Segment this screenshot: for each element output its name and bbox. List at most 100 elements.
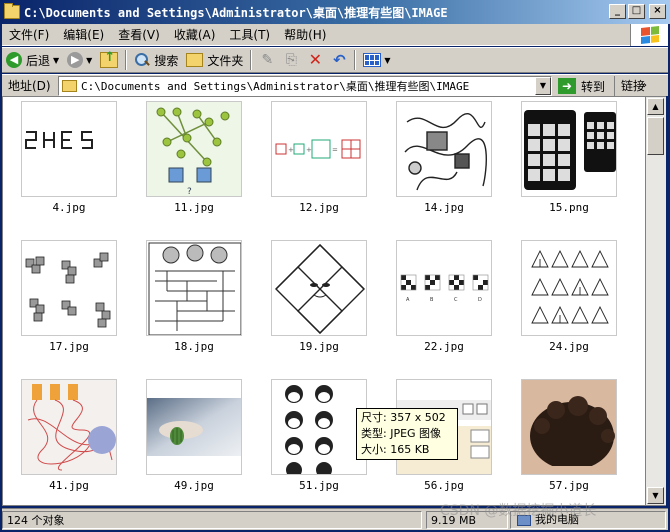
thumbnail-tangle[interactable] bbox=[21, 379, 117, 475]
explorer-window: C:\Documents and Settings\Administrator\… bbox=[0, 0, 670, 532]
file-name[interactable]: 41.jpg bbox=[21, 479, 117, 492]
back-label: 后退 bbox=[26, 53, 51, 68]
vertical-scrollbar[interactable]: ▲ ▼ bbox=[646, 96, 666, 506]
copy-to-button[interactable]: ⎘ bbox=[279, 49, 303, 71]
thumbnail-checker[interactable]: A B C D bbox=[396, 240, 492, 336]
thumbnail-image: ? bbox=[147, 102, 241, 196]
toolbar-separator bbox=[125, 50, 128, 70]
delete-button[interactable]: ✕ bbox=[303, 49, 327, 71]
toolbar: ◀ 后退 ▼ ▶ ▼ 搜索 文件夹 ✎ ⎘ ✕ ↶ bbox=[2, 47, 668, 73]
thumbnail-triangles[interactable] bbox=[521, 240, 617, 336]
file-name[interactable]: 49.jpg bbox=[146, 479, 242, 492]
object-count: 124 个对象 bbox=[2, 511, 422, 529]
menu-help[interactable]: 帮助(H) bbox=[277, 26, 333, 44]
file-view: 4.jpg ? 11.jpg + + = 12.jpg 14.jpg 15.pn… bbox=[2, 96, 646, 506]
copy-to-icon: ⎘ bbox=[285, 52, 297, 68]
file-name[interactable]: 51.jpg bbox=[271, 479, 367, 492]
scroll-up-button[interactable]: ▲ bbox=[647, 98, 664, 115]
back-dropdown-icon[interactable]: ▼ bbox=[53, 56, 59, 65]
toolbar-separator bbox=[250, 50, 253, 70]
tooltip-filesize: 大小: 165 KB bbox=[361, 443, 430, 456]
svg-text:=: = bbox=[332, 146, 338, 154]
address-bar: 地址(D) C:\Documents and Settings\Administ… bbox=[2, 74, 668, 96]
thumbnail-image bbox=[531, 249, 609, 324]
file-name[interactable]: 18.jpg bbox=[146, 340, 242, 353]
minimize-button[interactable]: _ bbox=[609, 4, 626, 19]
thumbnail-image bbox=[25, 252, 111, 328]
window-title: C:\Documents and Settings\Administrator\… bbox=[24, 5, 448, 20]
move-to-button[interactable]: ✎ bbox=[255, 49, 279, 71]
file-name[interactable]: 57.jpg bbox=[521, 479, 617, 492]
toolbar-separator bbox=[354, 50, 357, 70]
forward-arrow-icon: ▶ bbox=[67, 52, 84, 68]
thumbnail-image bbox=[22, 380, 116, 474]
menu-view[interactable]: 查看(V) bbox=[111, 26, 167, 44]
scroll-down-button[interactable]: ▼ bbox=[647, 487, 664, 504]
menu-file[interactable]: 文件(F) bbox=[2, 26, 56, 44]
thumbnail-diamond[interactable] bbox=[271, 240, 367, 336]
scroll-thumb[interactable] bbox=[647, 117, 664, 155]
folder-icon bbox=[62, 80, 77, 92]
thumbnail-image bbox=[147, 398, 241, 456]
up-folder-button[interactable] bbox=[96, 49, 122, 71]
chevron-right-icon: » bbox=[640, 80, 648, 91]
thumbnail-image bbox=[522, 380, 616, 474]
maximize-button[interactable]: □ bbox=[628, 4, 645, 19]
menu-bar: 文件(F) 编辑(E) 查看(V) 收藏(A) 工具(T) 帮助(H) bbox=[2, 24, 668, 46]
menu-tools[interactable]: 工具(T) bbox=[222, 26, 277, 44]
search-label: 搜索 bbox=[154, 53, 179, 68]
file-name[interactable]: 24.jpg bbox=[521, 340, 617, 353]
go-button[interactable]: ➜ 转到 bbox=[558, 76, 605, 96]
back-button[interactable]: ◀ 后退 ▼ bbox=[2, 49, 63, 71]
delete-icon: ✕ bbox=[308, 50, 323, 69]
thumbnail-image bbox=[25, 131, 93, 149]
menu-edit[interactable]: 编辑(E) bbox=[56, 26, 111, 44]
title-bar[interactable]: C:\Documents and Settings\Administrator\… bbox=[0, 0, 670, 24]
go-arrow-icon: ➜ bbox=[558, 78, 576, 94]
thumbnail-maze[interactable] bbox=[146, 240, 242, 336]
svg-text:+: + bbox=[306, 146, 312, 154]
file-name[interactable]: 15.png bbox=[521, 201, 617, 214]
views-icon bbox=[363, 53, 382, 67]
address-label: 地址(D) bbox=[8, 79, 51, 93]
views-button[interactable]: ▼ bbox=[359, 49, 394, 71]
address-input[interactable]: C:\Documents and Settings\Administrator\… bbox=[58, 76, 552, 96]
thumbnail-image bbox=[404, 112, 487, 191]
thumbnail-2hes[interactable] bbox=[21, 101, 117, 197]
links-button[interactable]: 链接 » bbox=[614, 76, 648, 96]
thumbnail-scribble[interactable] bbox=[396, 101, 492, 197]
folders-button[interactable]: 文件夹 bbox=[182, 49, 247, 71]
file-name[interactable]: 11.jpg bbox=[146, 201, 242, 214]
search-button[interactable]: 搜索 bbox=[130, 49, 182, 71]
thumbnail-image: A B C D bbox=[400, 274, 489, 303]
thumbnail-monkeys[interactable] bbox=[271, 379, 367, 475]
file-name[interactable]: 4.jpg bbox=[21, 201, 117, 214]
thumbnail-image bbox=[148, 242, 241, 335]
file-name[interactable]: 14.jpg bbox=[396, 201, 492, 214]
address-dropdown-icon[interactable]: ▼ bbox=[535, 77, 551, 95]
forward-button[interactable]: ▶ ▼ bbox=[63, 49, 96, 71]
file-name[interactable]: 22.jpg bbox=[396, 340, 492, 353]
thumbnail-bed-photo[interactable] bbox=[146, 379, 242, 475]
close-button[interactable]: × bbox=[649, 4, 666, 19]
thumbnail-image: + + = bbox=[275, 139, 361, 159]
views-dropdown-icon[interactable]: ▼ bbox=[384, 56, 390, 65]
file-name[interactable]: 17.jpg bbox=[21, 340, 117, 353]
thumbnail-hair-photo[interactable] bbox=[521, 379, 617, 475]
svg-text:A: A bbox=[406, 297, 410, 303]
thumbnail-squares[interactable]: + + = bbox=[271, 101, 367, 197]
file-name[interactable]: 56.jpg bbox=[396, 479, 492, 492]
undo-button[interactable]: ↶ bbox=[327, 49, 351, 71]
thumbnail-keypad[interactable] bbox=[521, 101, 617, 197]
svg-text:B: B bbox=[430, 297, 434, 303]
thumbnail-image bbox=[285, 385, 333, 474]
thumbnail-image bbox=[275, 244, 365, 334]
forward-dropdown-icon[interactable]: ▼ bbox=[86, 56, 92, 65]
thumbnail-cubes[interactable] bbox=[21, 240, 117, 336]
search-icon bbox=[134, 52, 150, 68]
svg-text:+: + bbox=[288, 146, 294, 154]
file-name[interactable]: 12.jpg bbox=[271, 201, 367, 214]
thumbnail-circuit[interactable]: ? bbox=[146, 101, 242, 197]
menu-favorites[interactable]: 收藏(A) bbox=[167, 26, 223, 44]
file-name[interactable]: 19.jpg bbox=[271, 340, 367, 353]
